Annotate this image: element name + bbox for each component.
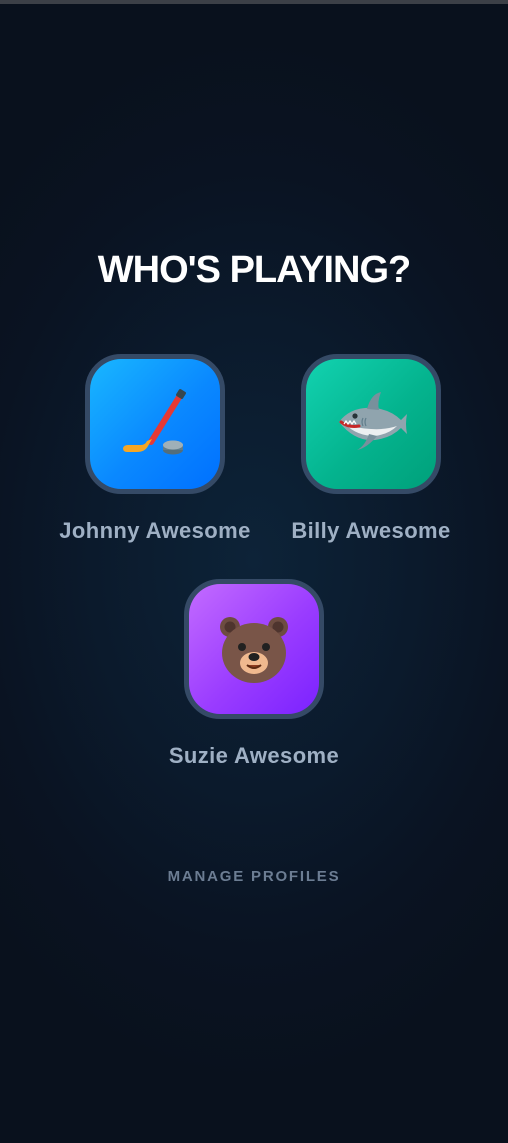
bear-icon [220,617,288,683]
hockey-stick-icon [123,389,186,455]
manage-profiles-button[interactable]: MANAGE PROFILES [0,868,508,885]
profile-suzie[interactable]: Suzie Awesome [144,579,364,769]
profile-name: Suzie Awesome [168,743,340,768]
page-title: WHO'S PLAYING? [97,249,411,291]
profile-name: Johnny Awesome [59,518,251,543]
profile-name: Billy Awesome [291,518,451,543]
avatar[interactable] [184,579,324,719]
window-top-bar [0,0,508,4]
avatar[interactable] [301,354,441,494]
shark-icon [339,392,407,450]
avatar[interactable] [85,354,225,494]
profile-billy[interactable]: Billy Awesome [261,354,481,544]
profile-johnny[interactable]: Johnny Awesome [45,354,265,544]
